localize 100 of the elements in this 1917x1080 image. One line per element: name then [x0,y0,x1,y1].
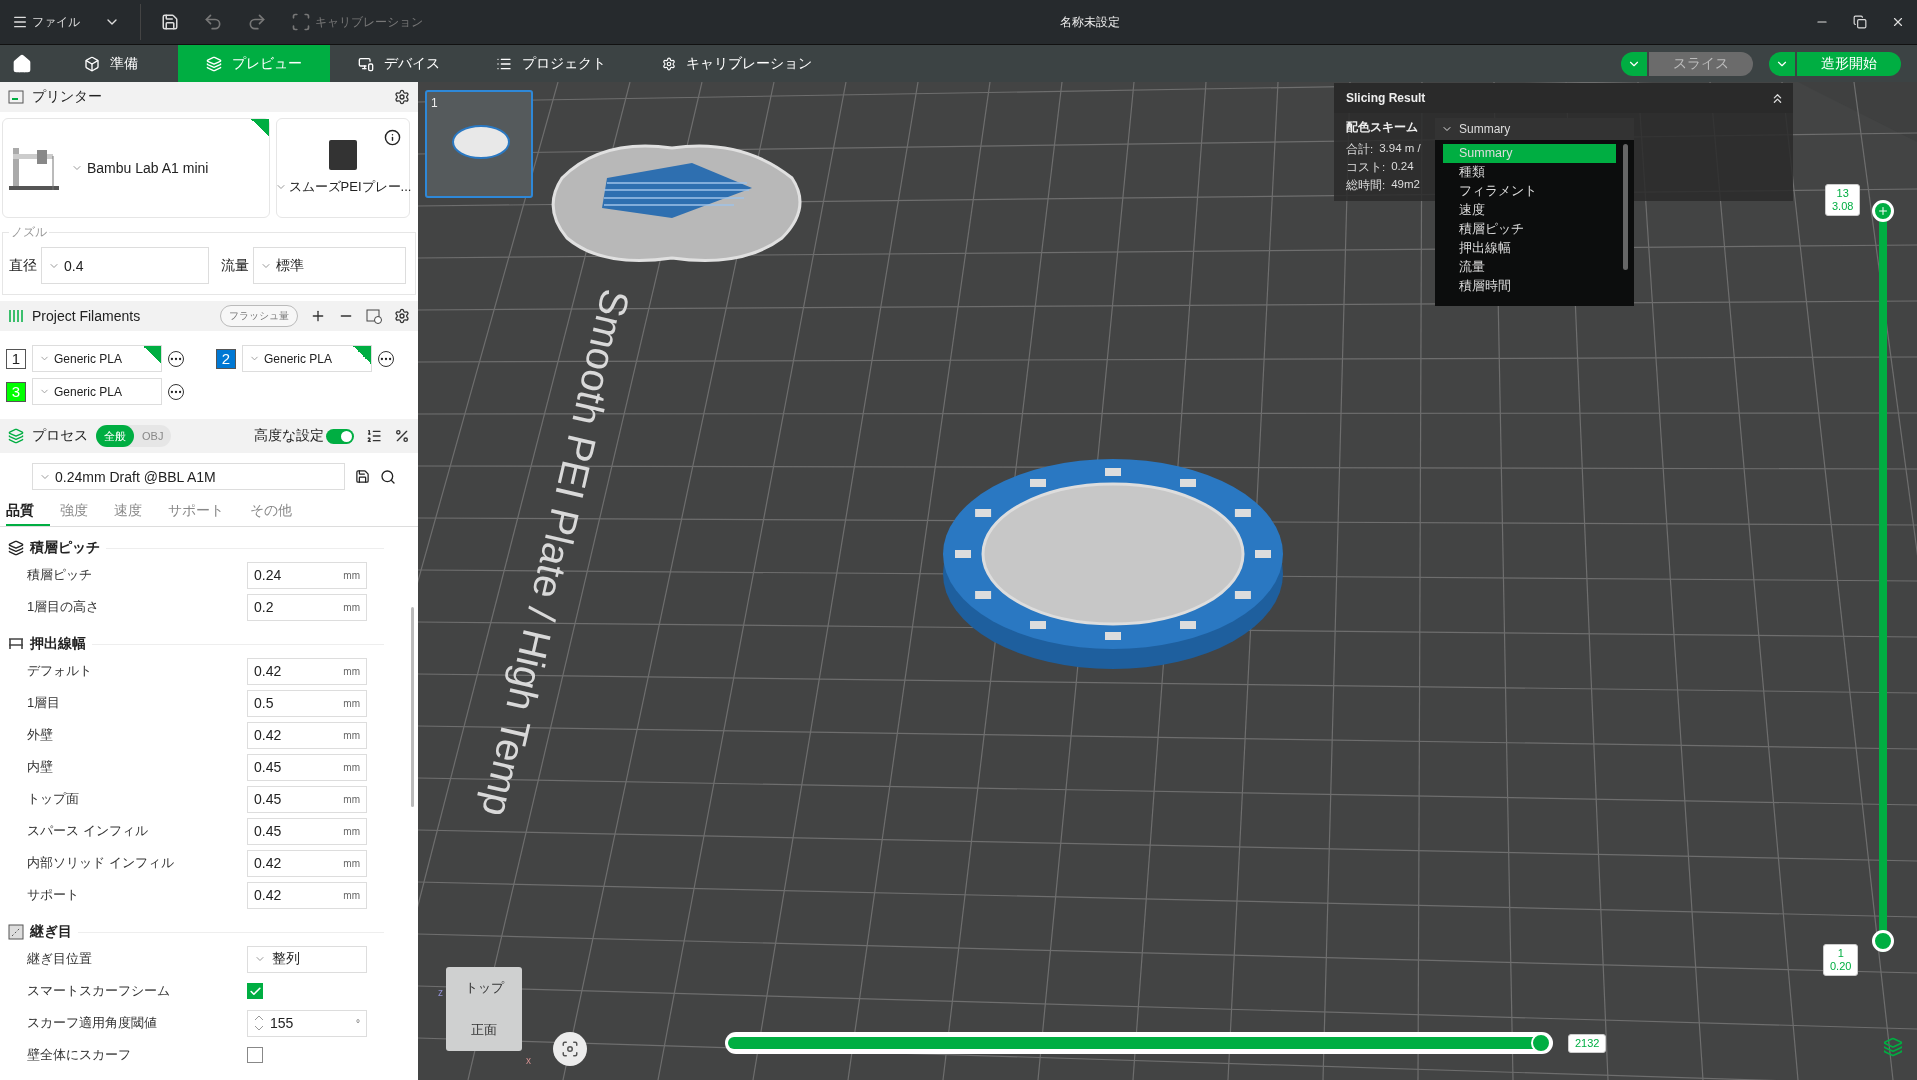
setting-label: デフォルト [27,662,93,680]
filament-select[interactable]: Generic PLA [32,378,162,405]
filament-select[interactable]: Generic PLA [242,345,372,372]
slider-handle[interactable] [1531,1033,1551,1053]
setting-label: 1層目の高さ [27,598,101,616]
nav-tab[interactable]: 準備 [44,45,178,82]
section-heading: 継ぎ目 [30,923,72,941]
scrollbar[interactable] [411,607,414,807]
caret-button[interactable] [1769,51,1795,76]
settings-tab[interactable]: 品質 [6,498,50,526]
number-field[interactable]: 0.45 mm [247,753,367,781]
settings-tab[interactable]: その他 [250,498,308,526]
top-layer-tag: 13 3.08 [1825,184,1861,216]
number-field[interactable]: 0.5 mm [247,689,367,717]
filament-select[interactable]: Generic PLA [32,345,162,372]
restore-icon [1853,15,1867,29]
dropdown-option[interactable]: 種類 [1443,163,1616,182]
setting-label: スパース インフィル [27,822,149,840]
layers-icon[interactable] [1883,1037,1903,1057]
spin-arrows-icon[interactable] [254,1013,264,1033]
dropdown-option[interactable]: フィラメント [1443,182,1616,201]
plate-type: スムーズPEIプレー... [288,178,412,196]
stat-label: コスト: [1346,160,1386,175]
number-field[interactable]: 0.42 mm [247,881,367,909]
number-field[interactable]: 0.2 mm [247,593,367,621]
flow-select[interactable]: 標準 [253,247,406,284]
save-icon[interactable] [355,469,370,484]
nav-tab[interactable]: プロジェクト [468,45,634,82]
home-icon [12,53,32,74]
menu-icon [12,14,28,30]
number-field[interactable]: 0.45 mm [247,817,367,845]
layer-slider[interactable] [1872,200,1894,952]
layers-icon [8,540,24,556]
file-menu[interactable]: ファイル [0,2,92,42]
info-icon[interactable] [384,129,401,146]
settings-tab[interactable]: サポート [168,498,240,526]
dropdown-option[interactable]: 積層時間 [1443,277,1616,296]
dropdown-option[interactable]: 積層ピッチ [1443,220,1616,239]
setting-label: 外壁 [27,726,54,744]
number-field[interactable]: 0.45 mm [247,785,367,813]
checkbox[interactable] [247,1047,263,1063]
redo-icon [247,12,267,32]
printer-icon [8,90,24,104]
plate-swatch [329,140,357,170]
settings-tab[interactable]: 強度 [60,498,104,526]
number-field[interactable]: 0.42 mm [247,721,367,749]
spin-field[interactable]: 155 ° [247,1009,367,1037]
list-icon[interactable] [366,428,382,444]
setting-label: スマートスカーフシーム [27,982,171,1000]
advanced-label: 高度な設定 [254,427,324,445]
dropdown-option[interactable]: 流量 [1443,258,1616,277]
settings-icon[interactable] [394,308,410,324]
plate-thumbnail[interactable]: 1 [425,90,533,198]
dropdown-option[interactable]: 押出線幅 [1443,239,1616,258]
move-slider[interactable] [725,1032,1553,1054]
focus-icon [561,1040,579,1058]
search-icon[interactable] [380,468,396,485]
number-field[interactable]: 0.42 mm [247,849,367,877]
settings-tab[interactable]: 速度 [114,498,158,526]
setting-label: サポート [27,886,80,904]
checkbox[interactable] [247,983,263,999]
number-field[interactable]: 0.42 mm [247,657,367,685]
panel-title: Slicing Result [1346,91,1426,105]
select-field[interactable]: 整列 [247,945,367,973]
dropdown-option[interactable]: 速度 [1443,201,1616,220]
device-icon [358,55,374,72]
nav-tab[interactable]: キャリブレーション [634,45,840,82]
nav-tab[interactable]: デバイス [330,45,468,82]
settings-icon[interactable] [394,89,410,105]
settings-icon [662,56,676,71]
stat-value: 3.94 m / [1379,142,1421,156]
advanced-switch[interactable] [326,428,354,444]
section-title: プロセス [32,427,88,445]
disk-thumbnail-drawing [451,122,511,162]
printer-card[interactable]: Bambu Lab A1 mini [2,118,270,218]
filament-icon [8,309,24,323]
field-label: 流量 [221,256,249,275]
filament-swatch[interactable]: 2 [216,348,236,369]
add-icon[interactable] [310,308,326,324]
axis-label: x [526,1055,531,1066]
caret-button[interactable] [1621,51,1647,76]
check-icon [248,984,262,998]
view-cube[interactable]: トップ 正面 [446,967,522,1051]
flush-button[interactable]: フラッシュ量 [220,305,298,327]
plate-card[interactable]: スムーズPEIプレー... [276,118,410,218]
section-title: プリンター [32,88,102,106]
filament-swatch[interactable]: 1 [6,348,26,369]
setting-label: トップ面 [27,790,80,808]
stat-value: 49m2 [1391,178,1420,192]
axis-label: z [438,987,443,998]
number-field[interactable]: 0.24 mm [247,561,367,589]
diameter-select[interactable]: 0.4 [41,247,209,284]
scheme-label: 配色スキーム [1346,119,1418,136]
stat-value: 0.24 [1391,160,1414,174]
bottom-layer-tag: 1 0.20 [1823,944,1859,976]
scrollbar[interactable] [1623,144,1628,270]
seam-icon [8,924,24,940]
scheme-select[interactable]: Summary [1435,118,1634,140]
stat-label: 合計: [1346,142,1374,157]
preset-select[interactable]: 0.24mm Draft @BBL A1M [32,463,345,490]
